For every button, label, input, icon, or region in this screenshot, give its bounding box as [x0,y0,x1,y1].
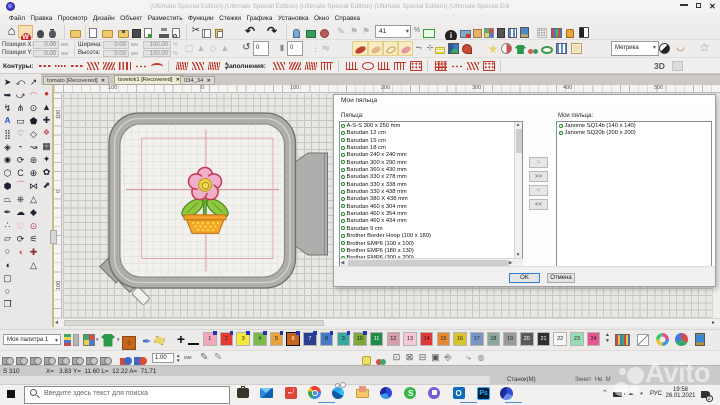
svg-text:100: 100 [56,280,62,289]
svg-text:0: 0 [56,189,62,192]
svg-text:100: 100 [56,109,62,118]
